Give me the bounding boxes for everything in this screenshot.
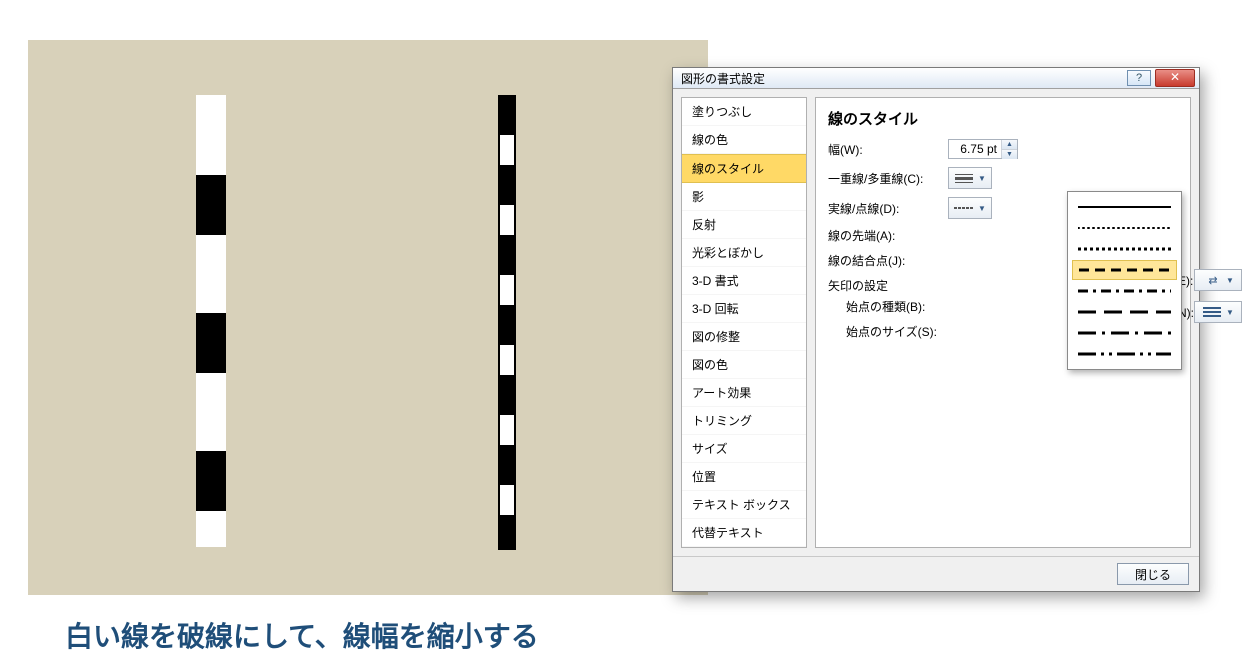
width-spinner[interactable]: ▲ ▼: [948, 139, 1018, 159]
chevron-down-icon: ▼: [1226, 308, 1234, 317]
dash-dropdown[interactable]: ▼: [948, 197, 992, 219]
sidebar-item-crop[interactable]: トリミング: [682, 407, 806, 435]
chevron-down-icon: ▼: [978, 204, 986, 213]
compound-preview-icon: [954, 171, 974, 185]
sidebar-item-picture-correction[interactable]: 図の修整: [682, 323, 806, 351]
dialog-titlebar[interactable]: 図形の書式設定 ? ✕: [673, 68, 1199, 89]
sidebar-item-reflection[interactable]: 反射: [682, 211, 806, 239]
join-label: 線の結合点(J):: [828, 252, 948, 269]
panel-heading: 線のスタイル: [828, 108, 1178, 129]
dash-option-dash-dot[interactable]: [1072, 281, 1177, 301]
sidebar-item-line-color[interactable]: 線の色: [682, 126, 806, 154]
spin-up-icon[interactable]: ▲: [1002, 140, 1017, 150]
sidebar-item-textbox[interactable]: テキスト ボックス: [682, 491, 806, 519]
begin-size-label: 始点のサイズ(S):: [828, 323, 948, 340]
dash-option-long-dash-dot[interactable]: [1072, 323, 1177, 343]
instruction-caption: 白い線を破線にして、線幅を縮小する: [65, 615, 539, 655]
category-sidebar: 塗りつぶし 線の色 線のスタイル 影 反射 光彩とぼかし 3-D 書式 3-D …: [681, 97, 807, 548]
chevron-down-icon: ▼: [978, 174, 986, 183]
begin-type-label: 始点の種類(B):: [828, 298, 948, 315]
end-type-dropdown[interactable]: ⇄ ▼: [1194, 269, 1242, 291]
spin-down-icon[interactable]: ▼: [1002, 150, 1017, 159]
dash-option-dash[interactable]: [1072, 260, 1177, 280]
sidebar-item-picture-color[interactable]: 図の色: [682, 351, 806, 379]
arrows-icon: ⇄: [1202, 273, 1222, 287]
sidebar-item-artistic[interactable]: アート効果: [682, 379, 806, 407]
size-bars-icon: [1202, 305, 1222, 319]
close-button[interactable]: ✕: [1155, 69, 1195, 87]
width-input[interactable]: [949, 140, 1001, 158]
compound-dropdown[interactable]: ▼: [948, 167, 992, 189]
sidebar-item-position[interactable]: 位置: [682, 463, 806, 491]
end-size-group: ズ(N): ▼: [1194, 301, 1242, 323]
help-button[interactable]: ?: [1127, 70, 1151, 86]
dash-option-solid[interactable]: [1072, 197, 1177, 217]
dash-type-menu: [1067, 191, 1182, 370]
dialog-footer: 閉じる: [673, 556, 1199, 591]
sidebar-item-glow[interactable]: 光彩とぼかし: [682, 239, 806, 267]
width-label: 幅(W):: [828, 141, 948, 158]
sidebar-item-line-style[interactable]: 線のスタイル: [682, 154, 806, 183]
sidebar-item-fill[interactable]: 塗りつぶし: [682, 98, 806, 126]
close-dialog-button[interactable]: 閉じる: [1117, 563, 1189, 585]
cap-label: 線の先端(A):: [828, 227, 948, 244]
dash-option-round-dot[interactable]: [1072, 218, 1177, 238]
arrow-heading: 矢印の設定: [828, 277, 888, 294]
sidebar-item-size[interactable]: サイズ: [682, 435, 806, 463]
format-shape-dialog: 図形の書式設定 ? ✕ 塗りつぶし 線の色 線のスタイル 影 反射 光彩とぼかし…: [672, 67, 1200, 592]
line-style-panel: 線のスタイル 幅(W): ▲ ▼ 一重線/多重線(C): ▼: [815, 97, 1191, 548]
sidebar-item-3d-rotation[interactable]: 3-D 回転: [682, 295, 806, 323]
end-size-dropdown[interactable]: ▼: [1194, 301, 1242, 323]
dash-option-square-dot[interactable]: [1072, 239, 1177, 259]
chevron-down-icon: ▼: [1226, 276, 1234, 285]
dialog-title: 図形の書式設定: [681, 70, 1125, 87]
sidebar-item-alt-text[interactable]: 代替テキスト: [682, 519, 806, 547]
dash-option-long-dash-dot-dot[interactable]: [1072, 344, 1177, 364]
sample-line-thick: [196, 95, 226, 550]
sample-line-thin: [498, 95, 516, 550]
dash-option-long-dash[interactable]: [1072, 302, 1177, 322]
dash-preview-icon: [954, 201, 974, 215]
sidebar-item-shadow[interactable]: 影: [682, 183, 806, 211]
compound-label: 一重線/多重線(C):: [828, 170, 948, 187]
sidebar-item-3d-format[interactable]: 3-D 書式: [682, 267, 806, 295]
canvas-preview: [28, 40, 708, 595]
end-type-group: 頁(E): ⇄ ▼: [1194, 269, 1242, 291]
dash-label: 実線/点線(D):: [828, 200, 948, 217]
